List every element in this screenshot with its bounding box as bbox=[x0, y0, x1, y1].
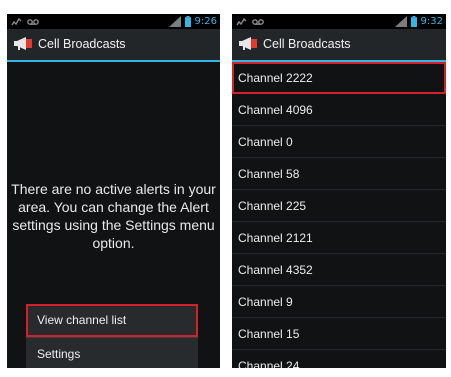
status-time: 9:32 bbox=[420, 16, 443, 27]
channel-list-item[interactable]: Channel 9 bbox=[232, 286, 446, 318]
channel-list-item[interactable]: Channel 2121 bbox=[232, 222, 446, 254]
status-time: 9:26 bbox=[194, 16, 217, 27]
megaphone-icon[interactable] bbox=[14, 37, 34, 51]
megaphone-icon[interactable] bbox=[239, 37, 259, 51]
channel-list-item[interactable]: Channel 15 bbox=[232, 318, 446, 350]
channel-list-item[interactable]: Channel 4096 bbox=[232, 94, 446, 126]
view-channel-list-menu-item[interactable]: View channel list bbox=[26, 304, 198, 337]
page-title: Cell Broadcasts bbox=[263, 37, 351, 51]
options-menu: View channel list Settings bbox=[26, 304, 198, 368]
status-bar: 9:32 bbox=[232, 14, 446, 29]
right-screen: 9:32 Cell Broadcasts Channel 2222 Channe… bbox=[232, 14, 446, 368]
battery-icon bbox=[184, 16, 191, 27]
action-bar: Cell Broadcasts bbox=[232, 29, 446, 62]
battery-icon bbox=[410, 16, 417, 27]
channel-list: Channel 2222 Channel 4096 Channel 0 Chan… bbox=[232, 62, 446, 368]
voicemail-icon bbox=[27, 18, 39, 25]
page-title: Cell Broadcasts bbox=[38, 37, 126, 51]
usb-debug-icon bbox=[11, 17, 22, 25]
voicemail-icon bbox=[252, 18, 264, 25]
left-screen: 9:26 Cell Broadcasts There are no active… bbox=[7, 14, 220, 368]
action-bar: Cell Broadcasts bbox=[7, 29, 220, 62]
signal-icon bbox=[168, 16, 181, 27]
settings-menu-item[interactable]: Settings bbox=[26, 337, 198, 368]
empty-alerts-message: There are no active alerts in your area.… bbox=[11, 181, 216, 251]
status-bar: 9:26 bbox=[7, 14, 220, 29]
channel-list-item[interactable]: Channel 4352 bbox=[232, 254, 446, 286]
channel-list-item[interactable]: Channel 0 bbox=[232, 126, 446, 158]
usb-debug-icon bbox=[236, 17, 247, 25]
signal-icon bbox=[394, 16, 407, 27]
channel-list-item[interactable]: Channel 58 bbox=[232, 158, 446, 190]
channel-list-item[interactable]: Channel 225 bbox=[232, 190, 446, 222]
channel-list-item[interactable]: Channel 24 bbox=[232, 350, 446, 368]
channel-list-item[interactable]: Channel 2222 bbox=[232, 62, 446, 94]
